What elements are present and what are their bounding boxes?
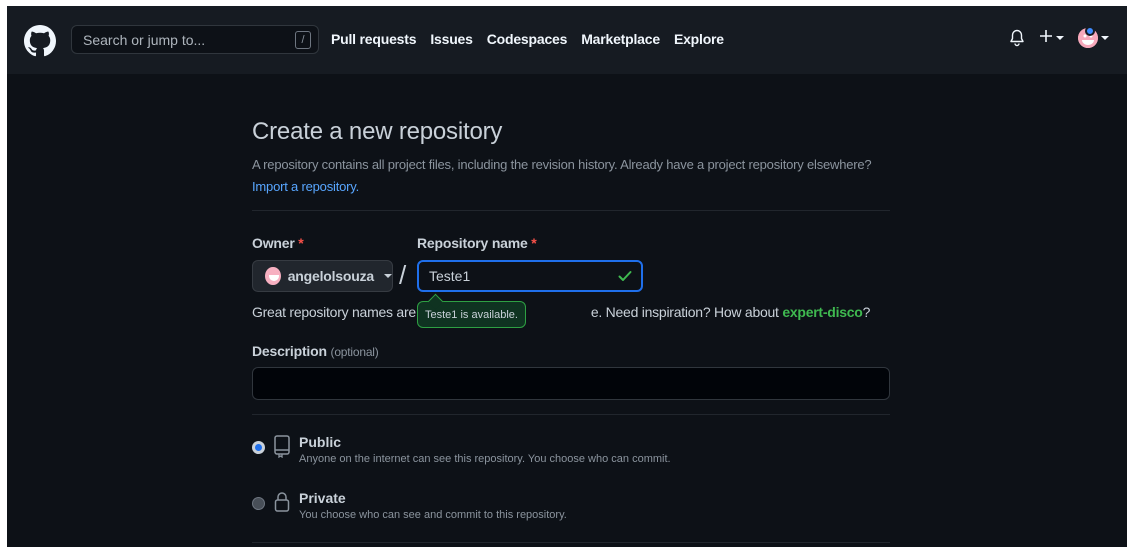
page-subtitle: A repository contains all project files,… xyxy=(252,154,892,198)
search-input[interactable] xyxy=(83,31,283,48)
plus-icon xyxy=(1039,29,1053,48)
repo-name-input[interactable] xyxy=(429,268,609,284)
lock-icon xyxy=(273,490,291,519)
primary-nav: Pull requests Issues Codespaces Marketpl… xyxy=(331,31,724,47)
description-input[interactable] xyxy=(252,367,890,400)
page-title: Create a new repository xyxy=(252,118,503,145)
required-mark: * xyxy=(298,235,304,251)
tooltip-text: Teste1 is available. xyxy=(425,308,518,321)
repo-name-label: Repository name * xyxy=(417,235,537,251)
optional-tag: (optional) xyxy=(330,345,379,359)
description-label: Description (optional) xyxy=(252,343,379,359)
visibility-public-text: Public Anyone on the internet can see th… xyxy=(299,434,671,465)
radio-public[interactable] xyxy=(252,441,265,454)
owner-select-button[interactable]: angelolsouza xyxy=(252,260,393,292)
visibility-option-private[interactable]: Private You choose who can see and commi… xyxy=(252,490,567,521)
import-repository-link[interactable]: Import a repository. xyxy=(252,179,359,194)
create-new-menu[interactable] xyxy=(1039,29,1064,48)
search-box[interactable]: / xyxy=(71,25,319,54)
nav-codespaces[interactable]: Codespaces xyxy=(487,31,568,47)
visibility-title: Public xyxy=(299,434,342,450)
owner-label-text: Owner xyxy=(252,235,295,251)
subtitle-text: A repository contains all project files,… xyxy=(252,157,872,172)
radio-private[interactable] xyxy=(252,497,265,510)
app-frame: / Pull requests Issues Codespaces Market… xyxy=(7,6,1127,547)
hint-middle: e. Need inspiration? How about xyxy=(590,304,783,320)
check-icon xyxy=(617,268,633,289)
notification-dot xyxy=(1085,26,1095,36)
top-header: / Pull requests Issues Codespaces Market… xyxy=(7,6,1127,74)
availability-tooltip: Teste1 is available. xyxy=(417,301,526,328)
main-content: Create a new repository A repository con… xyxy=(252,118,892,198)
search-shortcut-key: / xyxy=(295,31,311,49)
visibility-description: Anyone on the internet can see this repo… xyxy=(299,453,671,465)
avatar xyxy=(265,267,281,285)
visibility-title: Private xyxy=(299,490,346,506)
repo-icon xyxy=(273,434,291,463)
chevron-down-icon xyxy=(1101,36,1109,40)
nav-issues[interactable]: Issues xyxy=(430,31,473,47)
bell-icon[interactable] xyxy=(1009,29,1025,47)
github-logo-icon[interactable] xyxy=(24,25,56,57)
required-mark: * xyxy=(531,235,537,251)
owner-label: Owner * xyxy=(252,235,304,251)
hint-prefix: Great repository names are sh xyxy=(252,304,434,320)
repo-name-label-text: Repository name xyxy=(417,235,528,251)
nav-pull-requests[interactable]: Pull requests xyxy=(331,31,417,47)
chevron-down-icon xyxy=(1056,36,1064,40)
hint-suffix: ? xyxy=(862,304,871,320)
divider xyxy=(252,210,890,211)
owner-value: angelolsouza xyxy=(287,268,374,284)
description-label-text: Description xyxy=(252,343,327,359)
nav-marketplace[interactable]: Marketplace xyxy=(581,31,660,47)
visibility-description: You choose who can see and commit to thi… xyxy=(299,509,567,521)
chevron-down-icon xyxy=(384,274,392,278)
owner-repo-separator: / xyxy=(399,260,407,290)
repo-name-hint: Great repository names are sh e. Need ins… xyxy=(252,304,870,320)
suggested-name-link[interactable]: expert-disco xyxy=(782,304,863,320)
visibility-option-public[interactable]: Public Anyone on the internet can see th… xyxy=(252,434,671,465)
divider xyxy=(252,542,890,543)
visibility-private-text: Private You choose who can see and commi… xyxy=(299,490,567,521)
divider xyxy=(252,414,890,415)
repo-name-field[interactable] xyxy=(417,260,643,292)
nav-explore[interactable]: Explore xyxy=(674,31,724,47)
